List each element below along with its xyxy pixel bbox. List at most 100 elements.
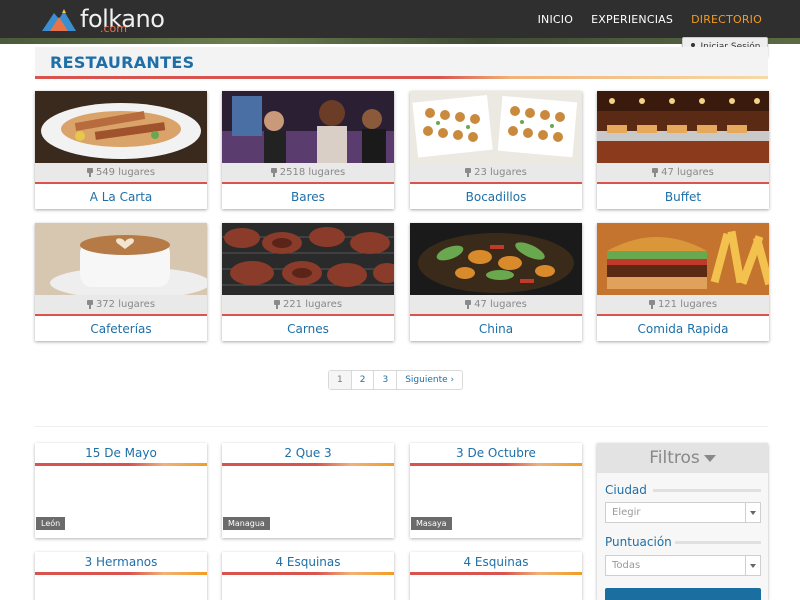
category-card[interactable]: 23 lugares Bocadillos bbox=[410, 91, 582, 209]
category-card[interactable]: 549 lugares A La Carta bbox=[35, 91, 207, 209]
category-count-text: 47 lugares bbox=[661, 167, 714, 178]
dropdown-arrow-icon bbox=[745, 503, 760, 522]
page-2-button[interactable]: 2 bbox=[352, 371, 375, 389]
category-name[interactable]: Bares bbox=[222, 187, 394, 207]
category-count: 121 lugares bbox=[597, 295, 769, 316]
pin-icon bbox=[273, 300, 280, 309]
pin-icon bbox=[465, 300, 472, 309]
category-name[interactable]: Cafeterías bbox=[35, 319, 207, 339]
category-image bbox=[410, 91, 582, 163]
place-name[interactable]: 2 Que 3 bbox=[222, 443, 394, 463]
place-card[interactable]: 15 De Mayo León bbox=[35, 443, 207, 538]
place-card-rule bbox=[35, 572, 207, 575]
apply-filters-button[interactable] bbox=[605, 588, 761, 600]
next-page-button[interactable]: Siguiente › bbox=[397, 371, 462, 389]
place-city-tag: Masaya bbox=[411, 517, 452, 530]
filters-title: Filtros bbox=[649, 448, 700, 468]
place-card-rule bbox=[222, 463, 394, 466]
place-card[interactable]: 3 De Octubre Masaya bbox=[410, 443, 582, 538]
place-city-tag: León bbox=[36, 517, 66, 530]
category-name[interactable]: Buffet bbox=[597, 187, 769, 207]
rating-label-rule bbox=[675, 541, 761, 544]
section-divider bbox=[35, 426, 768, 427]
category-name[interactable]: Comida Rapida bbox=[597, 319, 769, 339]
nav-directorio[interactable]: DIRECTORIO bbox=[691, 13, 762, 26]
section-header: RESTAURANTES bbox=[35, 47, 768, 77]
place-name[interactable]: 15 De Mayo bbox=[35, 443, 207, 463]
rating-label: Puntuación bbox=[605, 535, 672, 549]
city-select[interactable]: Elegir bbox=[605, 502, 761, 523]
category-image bbox=[35, 91, 207, 163]
category-name[interactable]: A La Carta bbox=[35, 187, 207, 207]
category-name[interactable]: China bbox=[410, 319, 582, 339]
category-card[interactable]: 2518 lugares Bares bbox=[222, 91, 394, 209]
pin-icon bbox=[86, 300, 93, 309]
category-count: 372 lugares bbox=[35, 295, 207, 316]
nav-experiencias[interactable]: EXPERIENCIAS bbox=[591, 13, 673, 26]
section-title: RESTAURANTES bbox=[50, 53, 195, 72]
category-count-text: 47 lugares bbox=[474, 299, 527, 310]
main-nav: INICIO EXPERIENCIAS DIRECTORIO bbox=[520, 0, 762, 38]
category-card[interactable]: 372 lugares Cafeterías bbox=[35, 223, 207, 341]
nav-inicio[interactable]: INICIO bbox=[538, 13, 574, 26]
category-count-text: 2518 lugares bbox=[279, 167, 346, 178]
category-count-text: 23 lugares bbox=[474, 167, 527, 178]
place-card[interactable]: 4 Esquinas bbox=[222, 552, 394, 600]
city-label-rule bbox=[653, 489, 761, 492]
place-city-tag: Managua bbox=[223, 517, 270, 530]
place-card-rule bbox=[410, 463, 582, 466]
pagination: 1 2 3 Siguiente › bbox=[328, 370, 464, 390]
category-image bbox=[410, 223, 582, 295]
category-count: 47 lugares bbox=[410, 295, 582, 316]
place-name[interactable]: 3 Hermanos bbox=[35, 552, 207, 572]
filters-panel: Filtros Ciudad Elegir Puntuación Todas bbox=[597, 443, 768, 600]
caret-down-icon bbox=[703, 454, 716, 462]
rating-select[interactable]: Todas bbox=[605, 555, 761, 576]
category-image bbox=[222, 223, 394, 295]
top-bar: folkano .com INICIO EXPERIENCIAS DIRECTO… bbox=[0, 0, 800, 38]
city-select-value: Elegir bbox=[612, 507, 641, 518]
category-count: 549 lugares bbox=[35, 163, 207, 184]
place-card-rule bbox=[410, 572, 582, 575]
category-count-text: 372 lugares bbox=[95, 299, 156, 310]
filters-toggle[interactable]: Filtros bbox=[597, 443, 768, 473]
logo-subtext: .com bbox=[100, 22, 127, 35]
category-image bbox=[222, 91, 394, 163]
category-count: 2518 lugares bbox=[222, 163, 394, 184]
category-card[interactable]: 221 lugares Carnes bbox=[222, 223, 394, 341]
place-name[interactable]: 4 Esquinas bbox=[222, 552, 394, 572]
rating-select-value: Todas bbox=[612, 560, 641, 571]
category-count: 23 lugares bbox=[410, 163, 582, 184]
category-image bbox=[597, 91, 769, 163]
category-name[interactable]: Bocadillos bbox=[410, 187, 582, 207]
pin-icon bbox=[648, 300, 655, 309]
category-card[interactable]: 47 lugares Buffet bbox=[597, 91, 769, 209]
category-count: 221 lugares bbox=[222, 295, 394, 316]
pin-icon bbox=[465, 168, 472, 177]
pin-icon bbox=[652, 168, 659, 177]
category-count-text: 549 lugares bbox=[95, 167, 156, 178]
place-card[interactable]: 4 Esquinas bbox=[410, 552, 582, 600]
logo-mountain-icon bbox=[42, 9, 76, 31]
place-card-rule bbox=[35, 463, 207, 466]
header-banner-strip bbox=[0, 38, 800, 44]
category-name[interactable]: Carnes bbox=[222, 319, 394, 339]
category-count-text: 221 lugares bbox=[282, 299, 343, 310]
place-name[interactable]: 3 De Octubre bbox=[410, 443, 582, 463]
category-count-text: 121 lugares bbox=[657, 299, 718, 310]
category-image bbox=[35, 223, 207, 295]
page-1-button[interactable]: 1 bbox=[329, 371, 352, 389]
city-label: Ciudad bbox=[605, 483, 647, 497]
category-count: 47 lugares bbox=[597, 163, 769, 184]
place-name[interactable]: 4 Esquinas bbox=[410, 552, 582, 572]
category-card[interactable]: 121 lugares Comida Rapida bbox=[597, 223, 769, 341]
dropdown-arrow-icon bbox=[745, 556, 760, 575]
section-rule bbox=[35, 76, 768, 79]
category-card[interactable]: 47 lugares China bbox=[410, 223, 582, 341]
pin-icon bbox=[270, 168, 277, 177]
page-3-button[interactable]: 3 bbox=[374, 371, 398, 389]
place-card[interactable]: 3 Hermanos bbox=[35, 552, 207, 600]
pin-icon bbox=[86, 168, 93, 177]
place-card[interactable]: 2 Que 3 Managua bbox=[222, 443, 394, 538]
place-card-rule bbox=[222, 572, 394, 575]
